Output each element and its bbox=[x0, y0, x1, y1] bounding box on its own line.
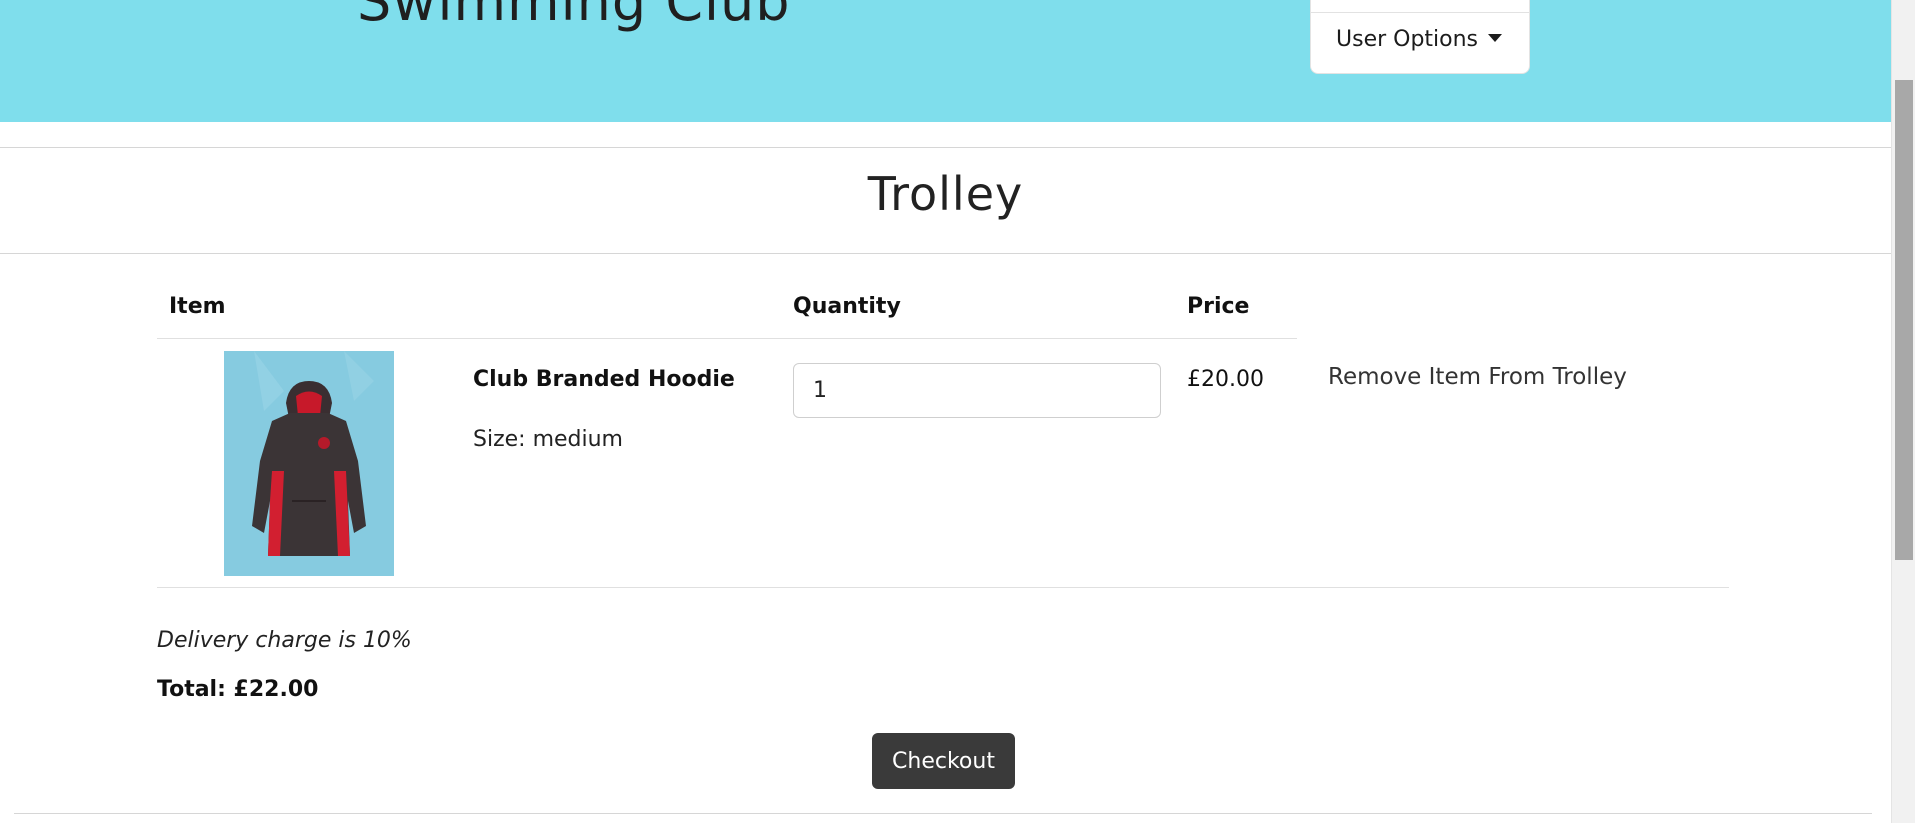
remove-item-link[interactable]: Remove Item From Trolley bbox=[1328, 364, 1627, 390]
item-size: Size: medium bbox=[473, 427, 623, 452]
header-banner: Swimming Club User Options bbox=[0, 0, 1891, 122]
menu-divider bbox=[1311, 12, 1529, 13]
order-total: Total: £22.00 bbox=[157, 677, 319, 702]
column-header-price: Price bbox=[1187, 294, 1250, 319]
caret-down-icon bbox=[1488, 34, 1503, 42]
checkout-button[interactable]: Checkout bbox=[872, 733, 1015, 789]
club-title: Swimming Club bbox=[357, 0, 791, 33]
hoodie-icon bbox=[224, 351, 394, 576]
column-header-item: Item bbox=[169, 294, 226, 319]
vertical-scrollbar[interactable] bbox=[1891, 0, 1915, 823]
user-options-menu: User Options bbox=[1311, 0, 1529, 73]
scrollbar-thumb[interactable] bbox=[1895, 80, 1913, 560]
quantity-input[interactable] bbox=[793, 363, 1161, 418]
title-bottom-divider bbox=[0, 253, 1891, 254]
footer-divider bbox=[14, 813, 1872, 814]
column-header-quantity: Quantity bbox=[793, 294, 901, 319]
user-options-label: User Options bbox=[1336, 27, 1479, 52]
trolley-page: Swimming Club User Options Trolley Item … bbox=[0, 0, 1915, 823]
user-options-dropdown[interactable]: User Options bbox=[1336, 27, 1503, 52]
title-top-divider bbox=[0, 147, 1891, 148]
table-header-rule bbox=[157, 338, 1297, 339]
table-row-rule bbox=[157, 587, 1729, 588]
product-image-hoodie[interactable] bbox=[224, 351, 394, 576]
delivery-note: Delivery charge is 10% bbox=[157, 628, 412, 653]
page-title: Trolley bbox=[867, 167, 1024, 221]
item-price: £20.00 bbox=[1187, 367, 1264, 392]
item-name: Club Branded Hoodie bbox=[473, 367, 735, 392]
